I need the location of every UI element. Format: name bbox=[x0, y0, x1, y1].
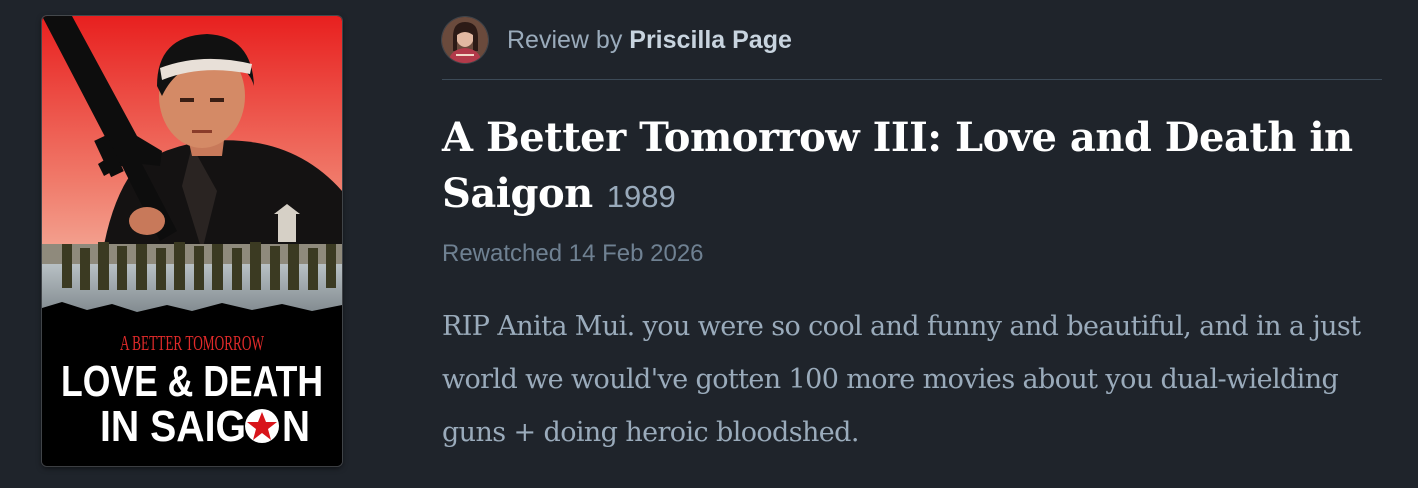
film-poster[interactable]: A BETTER TOMORROW LOVE & DEATH IN SAIG N bbox=[42, 16, 342, 466]
reviewer-name-link[interactable]: Priscilla Page bbox=[629, 26, 792, 54]
poster-tagline: A BETTER TOMORROW bbox=[120, 331, 264, 355]
rewatched-date: Rewatched 14 Feb 2026 bbox=[442, 240, 704, 267]
poster-title-line2-b: N bbox=[282, 402, 310, 451]
review-page: A BETTER TOMORROW LOVE & DEATH IN SAIG N… bbox=[0, 0, 1418, 488]
poster-title-line1: LOVE & DEATH bbox=[61, 357, 323, 406]
film-title-link[interactable]: A Better Tomorrow III: Love and Death in… bbox=[442, 114, 1353, 217]
reviewer-row: Review by Priscilla Page bbox=[442, 15, 792, 65]
review-body: RIP Anita Mui. you were so cool and funn… bbox=[442, 311, 1361, 448]
divider bbox=[442, 79, 1382, 80]
avatar-image bbox=[442, 17, 488, 63]
poster-title-line2-a: IN SAIG bbox=[100, 402, 246, 451]
review-by-prefix: Review by bbox=[507, 25, 623, 54]
poster-artwork: A BETTER TOMORROW LOVE & DEATH IN SAIG N bbox=[42, 16, 342, 466]
film-year-link[interactable]: 1989 bbox=[607, 179, 676, 214]
film-heading: A Better Tomorrow III: Love and Death in… bbox=[442, 110, 1387, 225]
avatar[interactable] bbox=[442, 17, 488, 63]
review-by-text: Review by Priscilla Page bbox=[507, 26, 792, 55]
